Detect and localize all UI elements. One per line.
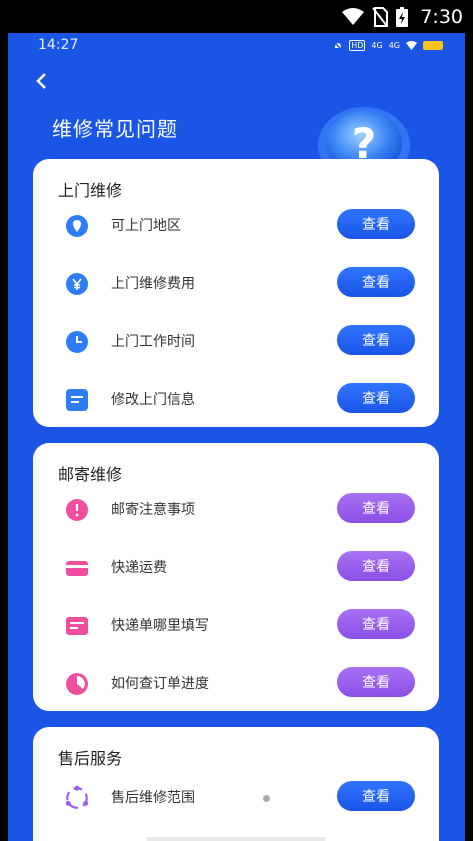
list-item: 上门工作时间 查看 xyxy=(33,321,439,361)
list-item: 修改上门信息 查看 xyxy=(33,379,439,419)
wifi-small-icon xyxy=(406,41,417,50)
app-screen: 14:27 HD 4G 4G 维修常见问题 ? 上门维修 可上门地区 查看 上门… xyxy=(8,33,465,841)
app-status-time: 14:27 xyxy=(38,37,79,53)
app-status-icons: HD 4G 4G xyxy=(333,40,443,51)
section-card-mail-repair: 邮寄维修 邮寄注意事项 查看 快递运费 查看 快递单哪里填写 查看 如何查订单进… xyxy=(33,443,439,711)
system-status-icons: 7:30 xyxy=(342,6,463,28)
mute-bell-icon xyxy=(333,40,343,51)
list-item-label: 上门维修费用 xyxy=(111,276,195,292)
list-item-label: 售后维修范围 xyxy=(111,790,195,806)
system-status-bar: 7:30 xyxy=(0,0,473,33)
view-button[interactable]: 查看 xyxy=(337,493,415,523)
list-item: 上门维修费用 查看 xyxy=(33,263,439,303)
list-item: 邮寄注意事项 查看 xyxy=(33,489,439,529)
hd-badge: HD xyxy=(349,40,366,51)
credit-card-icon xyxy=(66,561,88,576)
section-title: 售后服务 xyxy=(58,749,123,768)
section-card-after-sales: 售后服务 售后维修范围 查看 xyxy=(33,727,439,841)
no-sim-icon xyxy=(372,7,389,27)
chevron-left-icon xyxy=(36,73,46,89)
home-indicator xyxy=(146,837,326,841)
list-item: 快递运费 查看 xyxy=(33,547,439,587)
location-pin-icon xyxy=(66,215,88,237)
view-button[interactable]: 查看 xyxy=(337,781,415,811)
system-time: 7:30 xyxy=(420,6,463,28)
signal-4g-label-1: 4G xyxy=(371,41,383,50)
waybill-icon xyxy=(66,617,88,635)
list-item-label: 上门工作时间 xyxy=(111,334,195,350)
battery-icon xyxy=(423,41,443,50)
section-title: 上门维修 xyxy=(58,181,123,200)
exclamation-icon xyxy=(66,499,88,521)
view-button[interactable]: 查看 xyxy=(337,267,415,297)
list-item-label: 快递运费 xyxy=(111,560,167,576)
progress-pie-icon xyxy=(66,673,88,695)
list-item: 可上门地区 查看 xyxy=(33,205,439,245)
document-edit-icon xyxy=(66,389,88,411)
view-button[interactable]: 查看 xyxy=(337,609,415,639)
yen-coin-icon xyxy=(66,273,88,295)
view-button[interactable]: 查看 xyxy=(337,209,415,239)
scope-ring-icon xyxy=(65,785,89,809)
page-title: 维修常见问题 xyxy=(52,117,178,141)
list-item-label: 可上门地区 xyxy=(111,218,181,234)
section-card-home-repair: 上门维修 可上门地区 查看 上门维修费用 查看 上门工作时间 查看 修改上门信息… xyxy=(33,159,439,427)
list-item-label: 邮寄注意事项 xyxy=(111,502,195,518)
list-item-label: 修改上门信息 xyxy=(111,392,195,408)
battery-charging-icon xyxy=(396,7,409,27)
view-button[interactable]: 查看 xyxy=(337,551,415,581)
clock-icon xyxy=(66,331,88,353)
list-item: 如何查订单进度 查看 xyxy=(33,663,439,703)
list-item: 售后维修范围 查看 xyxy=(33,777,439,817)
section-title: 邮寄维修 xyxy=(58,465,123,484)
list-item-label: 如何查订单进度 xyxy=(111,676,209,692)
view-button[interactable]: 查看 xyxy=(337,325,415,355)
touch-dot xyxy=(263,795,270,802)
wifi-icon xyxy=(342,8,365,25)
view-button[interactable]: 查看 xyxy=(337,667,415,697)
app-status-bar: 14:27 HD 4G 4G xyxy=(8,33,465,59)
list-item-label: 快递单哪里填写 xyxy=(111,618,209,634)
signal-4g-label-2: 4G xyxy=(388,41,400,50)
list-item: 快递单哪里填写 查看 xyxy=(33,605,439,645)
view-button[interactable]: 查看 xyxy=(337,383,415,413)
back-button[interactable] xyxy=(34,71,54,93)
